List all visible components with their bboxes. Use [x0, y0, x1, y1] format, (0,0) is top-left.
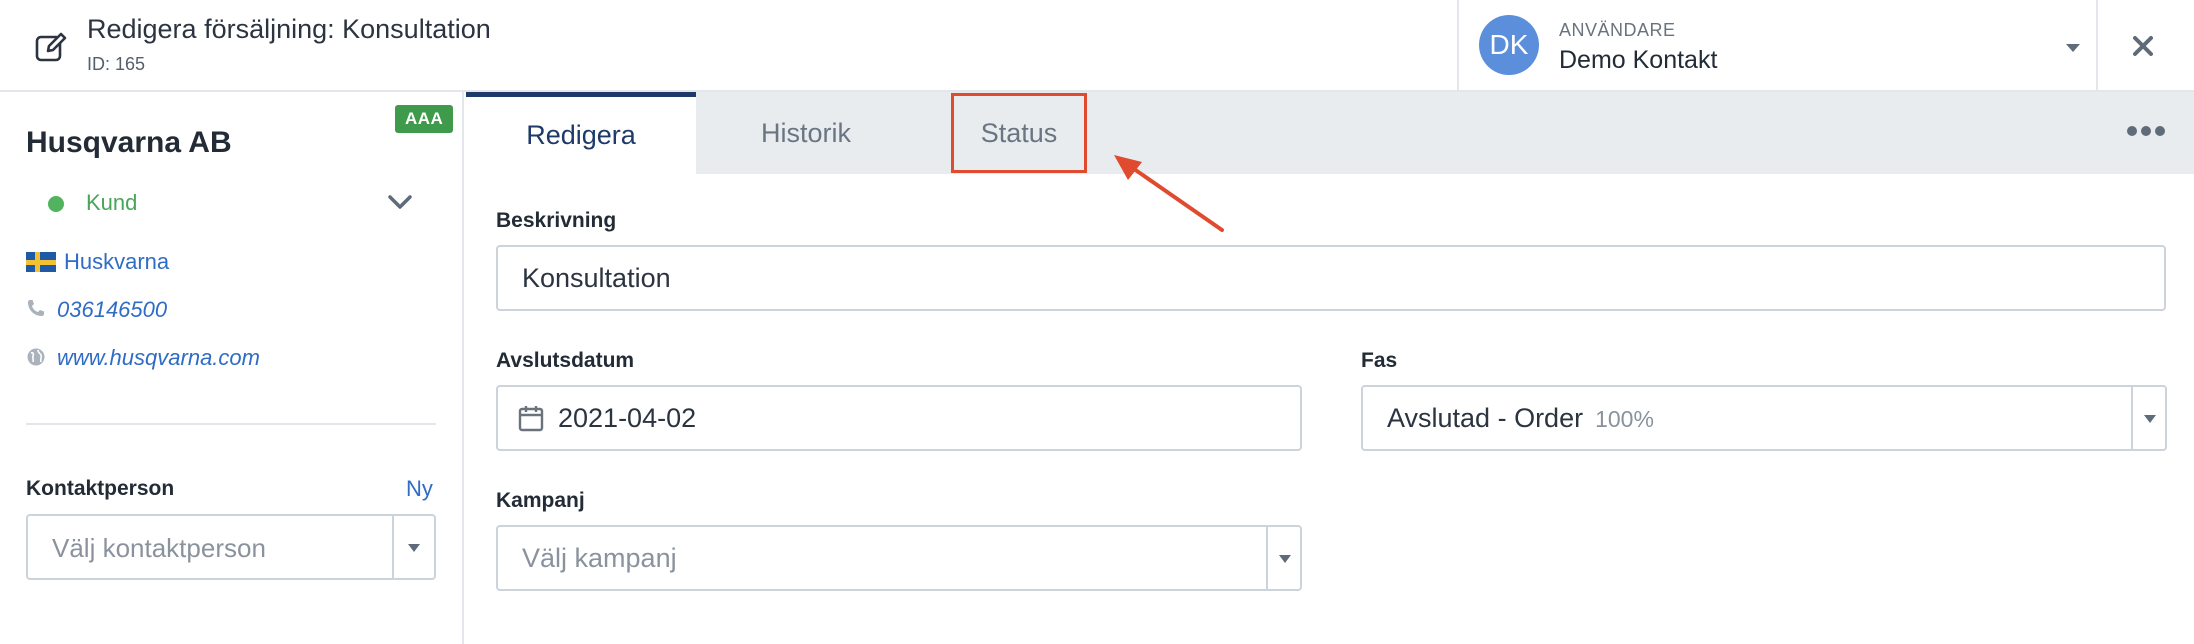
phase-label: Fas — [1361, 349, 1398, 372]
tab-historik[interactable]: Historik — [696, 92, 916, 174]
annotation-arrow-icon — [1114, 155, 1224, 232]
company-name[interactable]: Husqvarna AB — [26, 126, 232, 160]
chevron-down-icon[interactable] — [386, 192, 414, 212]
phase-percent: 100% — [1595, 406, 1654, 432]
close-date-input[interactable]: 2021-04-02 — [496, 385, 1302, 451]
user-role: ANVÄNDARE — [1559, 20, 1676, 40]
user-menu[interactable]: DK ANVÄNDARE Demo Kontakt — [1457, 0, 2098, 92]
campaign-select[interactable]: Välj kampanj — [496, 525, 1302, 591]
sweden-flag-icon — [26, 252, 56, 272]
rating-badge: AAA — [395, 105, 454, 133]
calendar-icon — [518, 406, 544, 432]
company-website[interactable]: www.husqvarna.com — [57, 345, 260, 371]
phase-value-wrap: Avslutad - Order 100% — [1387, 403, 1654, 434]
more-icon[interactable] — [2126, 124, 2166, 138]
select-separator — [2131, 387, 2133, 449]
close-date-label: Avslutsdatum — [496, 349, 635, 372]
phase-select[interactable]: Avslutad - Order 100% — [1361, 385, 2167, 451]
page-header: Redigera försäljning: Konsultation ID: 1… — [0, 0, 2194, 92]
chevron-down-icon[interactable] — [1279, 555, 1291, 563]
chevron-down-icon[interactable] — [408, 544, 420, 552]
contact-label: Kontaktperson — [26, 477, 175, 500]
page-title: Redigera försäljning: Konsultation — [87, 14, 491, 44]
status-tab-highlight — [951, 93, 1087, 173]
description-label: Beskrivning — [496, 209, 617, 232]
edit-icon — [35, 32, 67, 62]
contact-placeholder: Välj kontaktperson — [52, 533, 266, 563]
chevron-down-icon[interactable] — [2066, 44, 2080, 52]
tab-redigera[interactable]: Redigera — [466, 92, 696, 174]
avatar: DK — [1479, 15, 1539, 75]
description-input[interactable]: Konsultation — [496, 245, 2166, 311]
description-value: Konsultation — [522, 263, 671, 293]
globe-icon — [27, 348, 45, 366]
tab-bar: Redigera Historik Status — [466, 92, 2194, 174]
campaign-label: Kampanj — [496, 489, 585, 512]
user-name: Demo Kontakt — [1559, 46, 1718, 74]
phase-value: Avslutad - Order — [1387, 403, 1584, 433]
phone-icon — [28, 300, 44, 316]
chevron-down-icon[interactable] — [2144, 415, 2156, 423]
new-contact-link[interactable]: Ny — [406, 476, 433, 502]
company-sidebar: AAA Husqvarna AB Kund Huskvarna 03614650… — [0, 92, 464, 644]
select-separator — [392, 516, 394, 578]
close-button[interactable] — [2120, 26, 2166, 66]
company-city[interactable]: Huskvarna — [64, 249, 169, 275]
company-status: Kund — [86, 190, 138, 215]
status-dot-icon — [48, 196, 64, 212]
contact-select[interactable]: Välj kontaktperson — [26, 514, 436, 580]
close-icon[interactable] — [2132, 35, 2154, 57]
campaign-placeholder: Välj kampanj — [522, 543, 677, 573]
divider — [26, 423, 436, 425]
select-separator — [1266, 527, 1268, 589]
company-phone[interactable]: 036146500 — [57, 297, 167, 323]
record-id: ID: 165 — [87, 54, 146, 74]
close-date-value: 2021-04-02 — [558, 403, 697, 433]
